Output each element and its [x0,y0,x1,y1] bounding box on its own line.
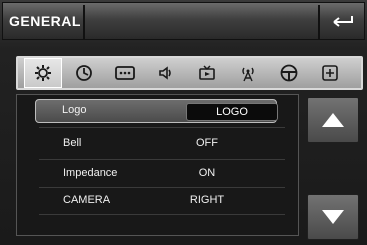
list-item-label: Logo [62,104,87,116]
scroll-up-button[interactable] [307,97,359,143]
tab-clock[interactable] [65,58,103,88]
speaker-icon [159,66,171,80]
list-item-camera[interactable]: CAMERA RIGHT [17,186,298,216]
tab-more[interactable] [106,58,144,88]
tv-icon [199,65,215,80]
scroll-down-button[interactable] [307,194,359,240]
antenna-icon [242,67,254,82]
plus-box-icon [322,65,338,81]
clock-icon [76,65,92,81]
tab-general[interactable] [24,58,62,88]
list-item-label: Impedance [63,167,118,179]
app-window: GENERAL Logo LOGO Bell OFF Impedance ON … [0,0,367,245]
list-item-value[interactable]: LOGO [186,103,278,121]
settings-gear-icon [35,65,51,81]
header-bar: GENERAL [2,2,365,40]
return-arrow-icon [333,16,353,27]
row-divider [39,127,285,128]
tab-audio[interactable] [147,58,185,88]
tab-extra[interactable] [311,58,349,88]
list-item-logo[interactable]: Logo LOGO [35,99,278,123]
list-item-value: ON [198,167,216,179]
list-item-value: RIGHT [189,194,225,206]
back-separator [318,5,320,39]
list-item-label: CAMERA [63,194,111,206]
list-item-impedance[interactable]: Impedance ON [17,159,298,189]
tab-steering[interactable] [270,58,308,88]
category-tab-bar [16,56,363,90]
list-item-label: Bell [63,137,82,149]
arrow-down-icon [322,210,344,224]
tab-radio[interactable] [229,58,267,88]
more-dots-icon [115,66,135,80]
back-button[interactable] [321,6,365,38]
row-divider [39,214,285,215]
page-title: GENERAL [9,13,81,29]
settings-list: Logo LOGO Bell OFF Impedance ON CAMERA R… [16,94,299,236]
tab-video[interactable] [188,58,226,88]
steering-wheel-icon [280,64,298,82]
arrow-up-icon [322,113,344,127]
list-item-bell[interactable]: Bell OFF [17,129,298,159]
title-separator [83,5,85,39]
list-item-value: OFF [196,137,218,149]
